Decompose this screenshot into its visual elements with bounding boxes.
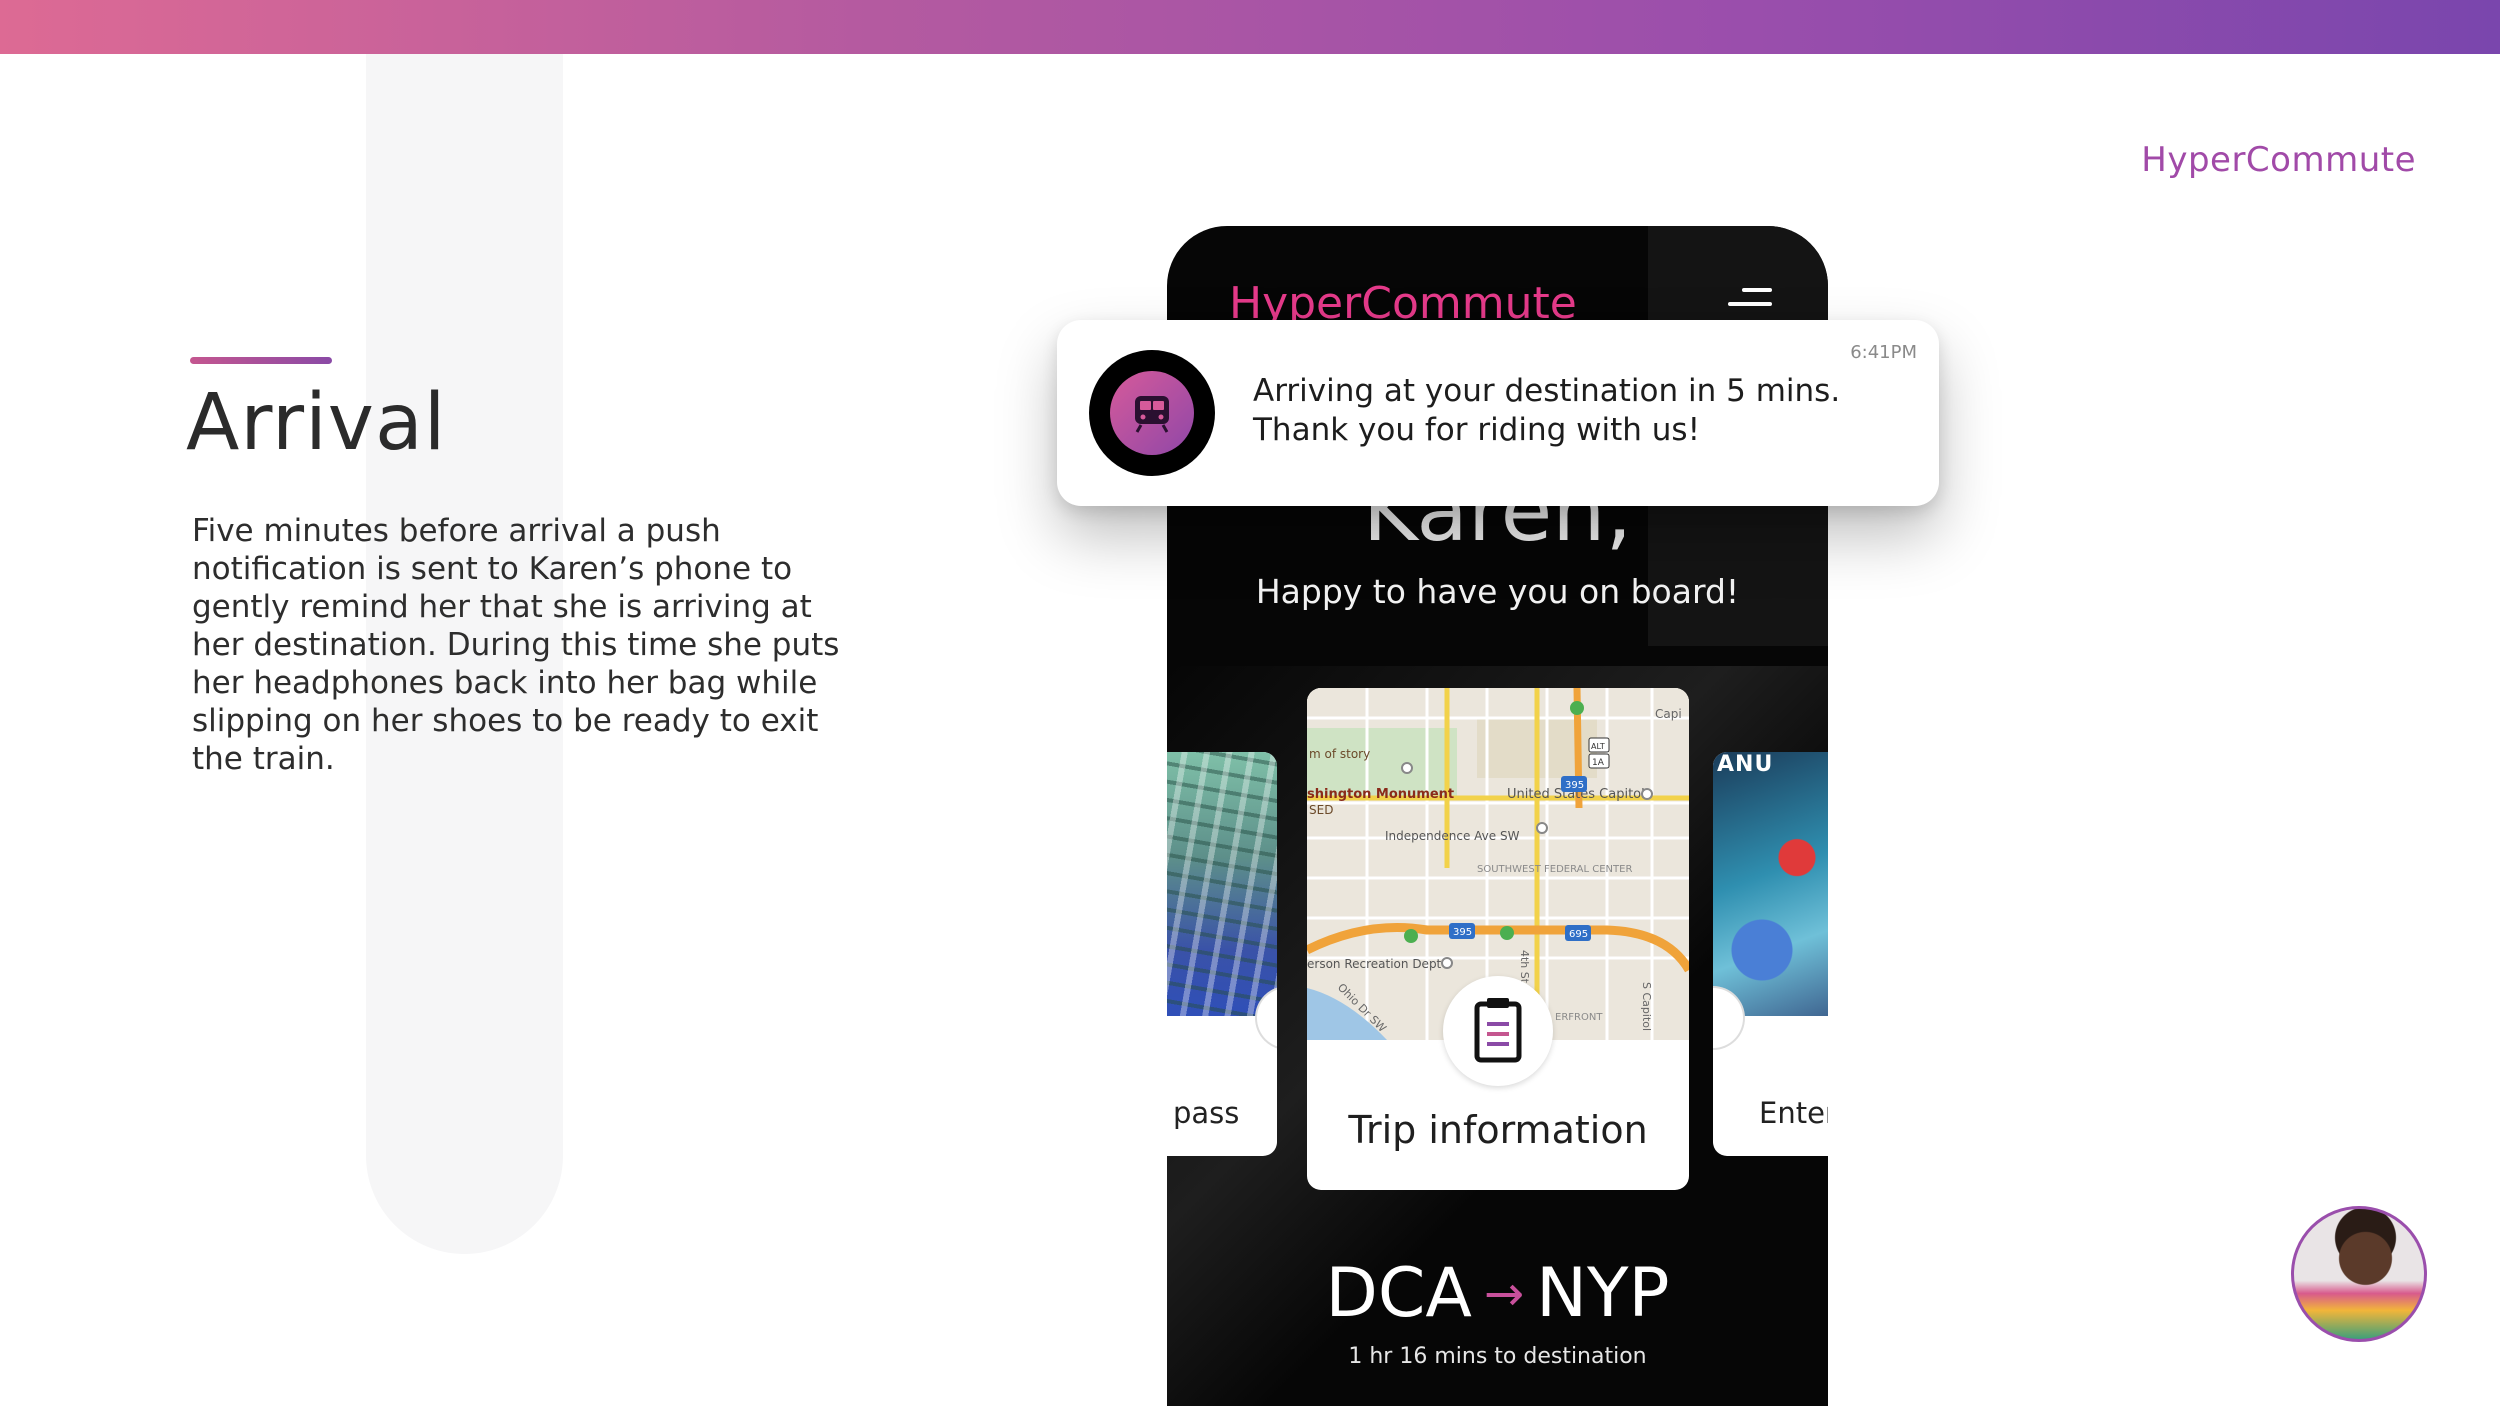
section-title: Arrival [186, 378, 447, 468]
svg-text:SOUTHWEST FEDERAL CENTER: SOUTHWEST FEDERAL CENTER [1477, 864, 1632, 875]
svg-text:SED: SED [1309, 803, 1333, 817]
station-image [1167, 752, 1277, 1016]
greeting-subtitle: Happy to have you on board! [1255, 572, 1740, 611]
card-pass[interactable]: pass [1167, 752, 1277, 1156]
clipboard-icon[interactable] [1443, 976, 1553, 1086]
train-icon [1089, 350, 1215, 476]
destination-code: NYP [1536, 1254, 1670, 1333]
origin-code: DCA [1325, 1254, 1472, 1333]
arrow-right-icon: → [1483, 1266, 1525, 1322]
notification-message: Arriving at your destination in 5 mins. … [1253, 372, 1840, 450]
card-entertainment[interactable]: ANU Enter [1713, 752, 1828, 1156]
svg-text:Capi: Capi [1655, 707, 1682, 721]
notification-line-1: Arriving at your destination in 5 mins. [1253, 373, 1841, 409]
svg-text:1A: 1A [1592, 758, 1605, 768]
card-trip-information[interactable]: m of story shington Monument SED United … [1307, 688, 1689, 1190]
svg-text:395: 395 [1565, 780, 1584, 791]
svg-text:m of story: m of story [1309, 747, 1370, 761]
title-accent-line [190, 357, 332, 364]
route-display: DCA → NYP [1167, 1254, 1828, 1333]
push-notification[interactable]: 6:41PM Arriving at your destination in 5… [1057, 320, 1939, 506]
svg-text:ERFRONT: ERFRONT [1555, 1012, 1603, 1023]
top-gradient-bar [0, 0, 2500, 54]
svg-text:S Capitol: S Capitol [1640, 982, 1653, 1031]
notification-time: 6:41PM [1850, 342, 1917, 363]
svg-text:395: 395 [1453, 927, 1472, 938]
notification-line-2: Thank you for riding with us! [1253, 412, 1701, 448]
entertainment-image: ANU [1713, 752, 1828, 1016]
section-description: Five minutes before arrival a push notif… [192, 513, 840, 777]
avatar [2291, 1206, 2427, 1342]
entertainment-image-text: ANU [1717, 752, 1774, 777]
svg-text:695: 695 [1569, 929, 1588, 940]
hamburger-menu-icon[interactable] [1728, 288, 1772, 318]
card-pass-label: pass [1173, 1096, 1240, 1130]
card-trip-label: Trip information [1348, 1108, 1648, 1152]
card-entertainment-label: Enter [1759, 1096, 1828, 1130]
svg-text:Independence Ave SW: Independence Ave SW [1385, 829, 1520, 843]
svg-text:erson Recreation Dept: erson Recreation Dept [1307, 957, 1442, 971]
brand-logo: HyperCommute [2141, 140, 2416, 180]
route-time: 1 hr 16 mins to destination [1348, 1344, 1647, 1369]
svg-text:shington Monument: shington Monument [1307, 787, 1454, 802]
svg-text:ALT: ALT [1591, 742, 1605, 751]
